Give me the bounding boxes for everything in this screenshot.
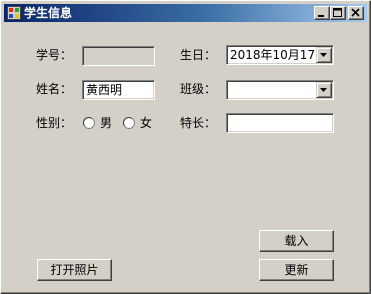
student-id-field[interactable] [82, 46, 155, 66]
title-bar[interactable]: 学生信息 [4, 4, 367, 22]
gender-female-label[interactable]: 女 [140, 116, 152, 130]
maximize-button[interactable] [330, 6, 346, 20]
name-label: 姓名： [36, 82, 73, 96]
specialty-label: 特长： [180, 116, 217, 130]
close-button[interactable] [348, 6, 364, 20]
window-title: 学生信息 [24, 6, 73, 20]
open-photo-button[interactable]: 打开照片 [37, 259, 112, 281]
load-button[interactable]: 载入 [259, 230, 334, 252]
class-dropdown-button[interactable] [316, 82, 332, 98]
gender-male-radio[interactable] [83, 117, 95, 129]
close-icon [351, 8, 360, 17]
birthday-value: 2018年10月17日 [230, 48, 328, 62]
birthday-datepicker[interactable]: 2018年10月17日 [226, 45, 334, 65]
app-window-icon[interactable] [7, 6, 21, 20]
chevron-down-icon [320, 88, 327, 92]
maximize-icon [333, 8, 342, 17]
student-info-window: 学生信息 学号： 生日： 2018年10月17日 姓名： 黄西明 班级： 性别：… [0, 0, 371, 294]
chevron-down-icon [320, 53, 327, 57]
class-label: 班级： [180, 82, 217, 96]
student-id-label: 学号： [36, 48, 73, 62]
birthday-dropdown-button[interactable] [316, 47, 332, 63]
class-select[interactable] [226, 80, 334, 100]
gender-female-radio[interactable] [123, 117, 135, 129]
update-button[interactable]: 更新 [259, 259, 334, 281]
gender-male-label[interactable]: 男 [100, 116, 112, 130]
birthday-label: 生日： [180, 48, 217, 62]
minimize-button[interactable] [314, 6, 330, 20]
gender-label: 性别： [36, 116, 73, 130]
name-field[interactable]: 黄西明 [82, 80, 155, 100]
minimize-icon [318, 15, 324, 17]
specialty-field[interactable] [226, 113, 334, 133]
